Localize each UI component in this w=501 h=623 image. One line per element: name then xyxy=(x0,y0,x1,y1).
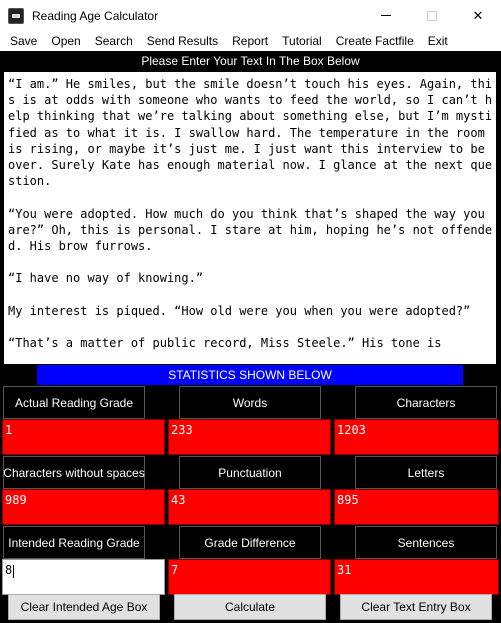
title-bar: Reading Age Calculator ✕ xyxy=(0,0,501,31)
characters-label: Characters xyxy=(355,386,497,419)
sentences-value: 31 xyxy=(334,559,499,595)
intended-reading-grade-input[interactable]: 8 xyxy=(2,559,165,595)
intended-reading-grade-label: Intended Reading Grade xyxy=(3,526,145,559)
calculate-button[interactable]: Calculate xyxy=(174,594,326,620)
text-paragraph: “That’s a matter of public record, Miss … xyxy=(8,336,442,351)
punctuation-value: 43 xyxy=(168,489,331,525)
text-paragraph: “You were adopted. How much do you think… xyxy=(8,206,493,254)
punctuation-label: Punctuation xyxy=(179,456,321,489)
menu-bar: Save Open Search Send Results Report Tut… xyxy=(0,31,501,51)
close-button[interactable]: ✕ xyxy=(455,0,501,31)
actual-reading-grade-value: 1 xyxy=(2,419,165,455)
menu-tutorial[interactable]: Tutorial xyxy=(282,34,322,48)
window-title: Reading Age Calculator xyxy=(32,8,159,23)
letters-label: Letters xyxy=(355,456,497,489)
menu-exit[interactable]: Exit xyxy=(428,34,448,48)
characters-value: 1203 xyxy=(334,419,499,455)
menu-send-results[interactable]: Send Results xyxy=(147,34,218,48)
clear-intended-age-button[interactable]: Clear Intended Age Box xyxy=(8,594,160,620)
text-entry-box[interactable]: “I am.” He smiles, but the smile doesn’t… xyxy=(4,72,496,364)
characters-without-spaces-value: 989 xyxy=(2,489,165,525)
maximize-button[interactable] xyxy=(409,0,455,31)
grade-difference-value: 7 xyxy=(168,559,331,595)
close-icon: ✕ xyxy=(472,7,484,23)
grade-difference-label: Grade Difference xyxy=(179,526,321,559)
words-value: 233 xyxy=(168,419,331,455)
instruction-label: Please Enter Your Text In The Box Below xyxy=(0,51,501,71)
menu-open[interactable]: Open xyxy=(51,34,80,48)
menu-save[interactable]: Save xyxy=(10,34,37,48)
clear-text-entry-button[interactable]: Clear Text Entry Box xyxy=(340,594,492,620)
minimize-icon xyxy=(381,15,391,16)
maximize-icon xyxy=(427,10,437,21)
statistics-banner: STATISTICS SHOWN BELOW xyxy=(37,365,463,385)
text-paragraph: My interest is piqued. “How old were you… xyxy=(8,303,471,318)
actual-reading-grade-label: Actual Reading Grade xyxy=(3,386,145,419)
words-label: Words xyxy=(179,386,321,419)
text-paragraph: “I am.” He smiles, but the smile doesn’t… xyxy=(8,77,493,189)
sentences-label: Sentences xyxy=(355,526,497,559)
text-paragraph: “I have no way of knowing.” xyxy=(8,271,204,286)
letters-value: 895 xyxy=(334,489,499,525)
menu-search[interactable]: Search xyxy=(95,34,133,48)
minimize-button[interactable] xyxy=(363,0,409,31)
menu-create-factfile[interactable]: Create Factfile xyxy=(336,34,414,48)
app-icon xyxy=(8,7,24,24)
menu-report[interactable]: Report xyxy=(232,34,268,48)
characters-without-spaces-label: Characters without spaces xyxy=(3,456,145,489)
